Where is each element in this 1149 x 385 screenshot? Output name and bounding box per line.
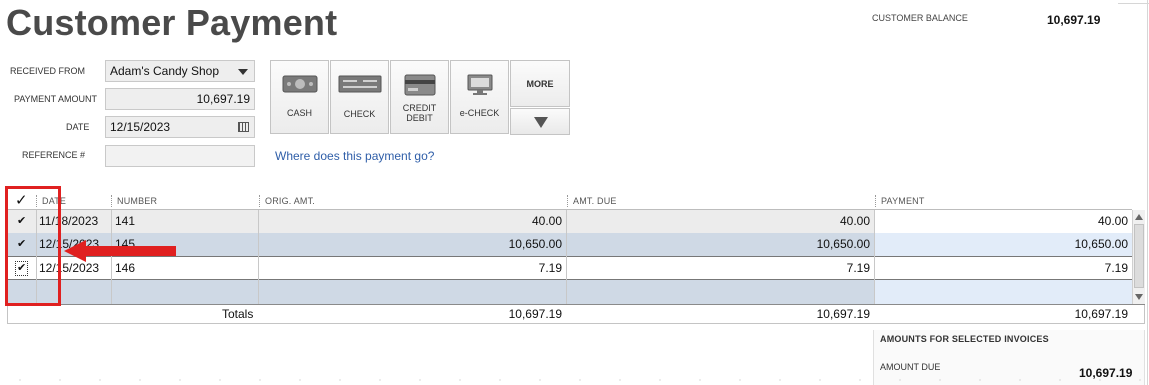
table-row[interactable]: ✔ 11/18/2023 141 40.00 40.00 40.00 <box>8 210 1132 233</box>
table-scrollbar[interactable] <box>1132 210 1145 304</box>
amt-due-column-header[interactable]: AMT. DUE <box>573 196 617 206</box>
credit-card-icon <box>404 74 436 96</box>
echeck-icon <box>467 74 493 95</box>
top-divider <box>1118 3 1149 4</box>
echeck-button[interactable]: e-CHECK <box>450 60 509 134</box>
reference-label: REFERENCE # <box>22 150 86 160</box>
table-row[interactable]: ✔ 12/15/2023 146 7.19 7.19 7.19 <box>8 256 1132 280</box>
row-orig-amt: 10,650.00 <box>508 237 562 251</box>
page-title: Customer Payment <box>6 2 338 43</box>
totals-amt-due: 10,697.19 <box>816 307 870 321</box>
orig-amt-column-header[interactable]: ORIG. AMT. <box>265 196 315 206</box>
totals-orig-amt: 10,697.19 <box>508 307 562 321</box>
right-border <box>1147 0 1148 385</box>
number-column-header[interactable]: NUMBER <box>117 196 157 206</box>
column-separator <box>111 195 112 207</box>
table-row-empty[interactable] <box>8 280 1132 304</box>
row-payment[interactable]: 40.00 <box>874 210 1128 233</box>
date-label: DATE <box>66 122 90 132</box>
payment-amount-field[interactable]: 10,697.19 <box>105 88 255 110</box>
bottom-dotted-guide <box>0 378 1149 381</box>
more-button[interactable]: MORE <box>510 60 570 107</box>
payment-amount-label: PAYMENT AMOUNT <box>14 94 98 104</box>
cash-icon <box>282 75 318 93</box>
row-payment[interactable]: 10,650.00 <box>874 233 1128 256</box>
amount-due-label: AMOUNT DUE <box>880 362 941 372</box>
row-amt-due: 40.00 <box>839 214 870 228</box>
selected-invoices-heading: AMOUNTS FOR SELECTED INVOICES <box>880 334 1049 344</box>
totals-label: Totals <box>222 307 254 321</box>
column-divider <box>258 210 259 304</box>
echeck-label: e-CHECK <box>459 108 500 118</box>
payment-cell-bg <box>874 280 1132 304</box>
table-row[interactable]: ✔ 12/15/2023 145 10,650.00 10,650.00 10,… <box>8 233 1132 256</box>
row-orig-amt: 7.19 <box>538 261 562 275</box>
cash-button[interactable]: CASH <box>270 60 329 134</box>
annotation-arrow-left-icon <box>64 240 176 262</box>
cash-label: CASH <box>286 108 312 118</box>
received-from-label: RECEIVED FROM <box>10 66 86 76</box>
row-amt-due: 10,650.00 <box>816 237 870 251</box>
reference-field[interactable] <box>105 145 255 167</box>
received-from-value: Adam's Candy Shop <box>110 64 220 78</box>
check-label: CHECK <box>343 109 376 119</box>
scroll-up-icon[interactable] <box>1135 214 1143 220</box>
triangle-down-icon <box>534 117 548 128</box>
column-separator <box>567 195 568 207</box>
totals-divider <box>7 304 1145 305</box>
column-separator <box>259 195 260 207</box>
received-from-select[interactable]: Adam's Candy Shop <box>105 60 255 82</box>
more-dropdown-button[interactable] <box>510 108 570 135</box>
credit-debit-button[interactable]: CREDIT DEBIT <box>390 60 449 134</box>
row-amt-due: 7.19 <box>846 261 870 275</box>
column-divider <box>566 210 567 304</box>
check-button[interactable]: CHECK <box>330 60 389 134</box>
more-label: MORE <box>526 79 554 89</box>
scroll-thumb[interactable] <box>1134 224 1144 288</box>
customer-balance-value: 10,697.19 <box>1047 13 1101 27</box>
column-separator <box>875 195 876 207</box>
date-value: 12/15/2023 <box>110 120 171 134</box>
where-does-payment-go-link[interactable]: Where does this payment go? <box>275 149 434 163</box>
scroll-down-icon[interactable] <box>1135 294 1143 300</box>
chevron-down-icon[interactable] <box>238 69 248 75</box>
check-icon <box>338 75 382 93</box>
row-orig-amt: 40.00 <box>531 214 562 228</box>
payment-column-header[interactable]: PAYMENT <box>881 196 925 206</box>
calendar-icon[interactable] <box>238 122 249 132</box>
annotation-highlight-box <box>5 186 61 306</box>
column-divider <box>874 210 875 304</box>
totals-payment: 10,697.19 <box>1074 307 1128 321</box>
row-number: 141 <box>115 214 136 228</box>
date-field[interactable]: 12/15/2023 <box>105 116 255 138</box>
credit-debit-label: CREDIT DEBIT <box>402 103 437 123</box>
customer-balance-label: CUSTOMER BALANCE <box>872 13 968 23</box>
row-payment[interactable]: 7.19 <box>874 257 1128 279</box>
